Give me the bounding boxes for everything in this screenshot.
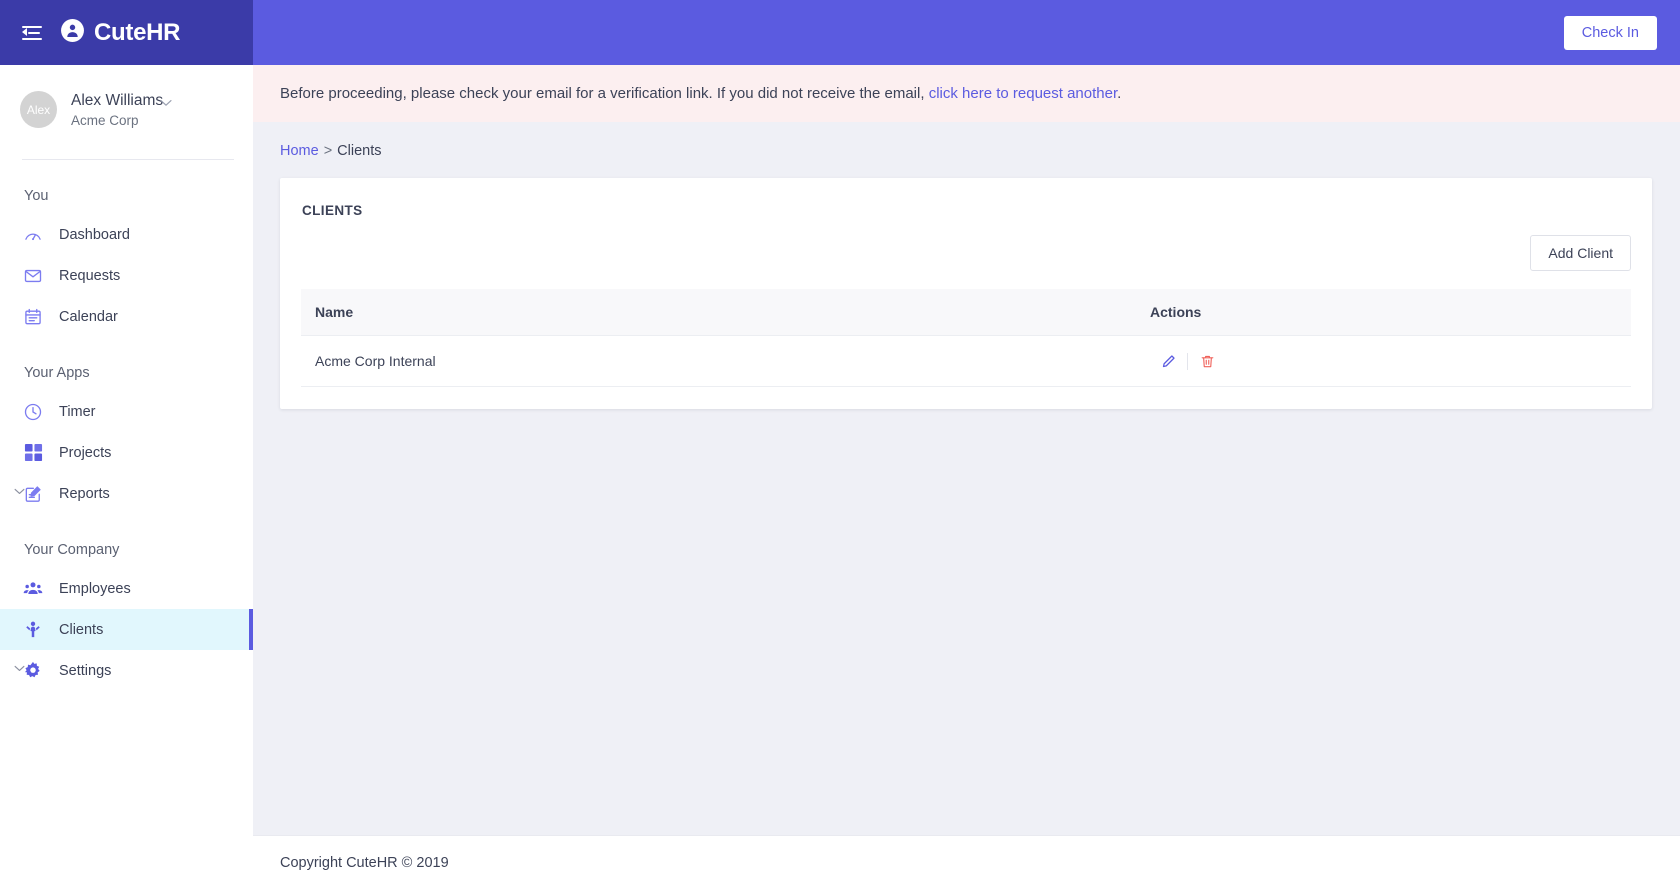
app-root: CuteHR Alex Alex Williams Acme Corp You bbox=[0, 0, 1680, 889]
verification-alert-banner: Before proceeding, please check your ema… bbox=[253, 65, 1680, 122]
nav-section-your-company-label: Your Company bbox=[24, 542, 120, 558]
sidebar-item-calendar[interactable]: Calendar bbox=[0, 296, 253, 337]
topbar: Check In bbox=[253, 0, 1680, 65]
calendar-icon bbox=[23, 307, 43, 327]
envelope-icon bbox=[23, 266, 43, 286]
sidebar-item-clients[interactable]: Clients bbox=[0, 609, 253, 650]
alert-text-before: Before proceeding, please check your ema… bbox=[280, 85, 925, 102]
breadcrumb-current: Clients bbox=[337, 143, 382, 159]
alert-text-after: . bbox=[1117, 85, 1122, 102]
sidebar-item-projects[interactable]: Projects bbox=[0, 432, 253, 473]
cell-client-name: Acme Corp Internal bbox=[301, 335, 1136, 387]
table-head: Name Actions bbox=[301, 289, 1631, 336]
main-region: Check In Before proceeding, please check… bbox=[253, 0, 1680, 889]
user-name: Alex Williams bbox=[71, 91, 164, 109]
avatar: Alex bbox=[20, 91, 57, 128]
footer: Copyright CuteHR © 2019 bbox=[253, 835, 1680, 889]
user-meta: Alex Williams Acme Corp bbox=[71, 92, 163, 128]
sidebar-item-label: Calendar bbox=[59, 308, 118, 325]
nav-section-your-apps-label: Your Apps bbox=[24, 365, 90, 381]
card-toolbar: Add Client bbox=[301, 218, 1631, 271]
breadcrumb-separator: > bbox=[323, 143, 333, 159]
request-another-link[interactable]: click here to request another bbox=[929, 85, 1117, 102]
sidebar-item-label: Settings bbox=[59, 662, 112, 679]
action-divider bbox=[1187, 352, 1188, 370]
row-actions-group bbox=[1150, 352, 1631, 370]
edit-pencil-icon[interactable] bbox=[1159, 352, 1177, 370]
copyright-text: Copyright CuteHR © 2019 bbox=[280, 854, 449, 871]
sidebar: CuteHR Alex Alex Williams Acme Corp You bbox=[0, 0, 253, 889]
people-group-icon bbox=[23, 579, 43, 599]
column-header-name: Name bbox=[301, 289, 1136, 336]
sidebar-nav: You Dashboard Requests Calendar Your App… bbox=[0, 160, 253, 691]
brand-logo[interactable]: CuteHR bbox=[60, 18, 181, 48]
user-organization: Acme Corp bbox=[71, 112, 139, 128]
brand-name: CuteHR bbox=[94, 18, 181, 46]
sidebar-item-reports[interactable]: Reports bbox=[0, 473, 253, 514]
sidebar-item-label: Clients bbox=[59, 621, 104, 638]
table-row: Acme Corp Internal bbox=[301, 335, 1631, 387]
chevron-down-icon[interactable] bbox=[14, 665, 25, 675]
clients-card: CLIENTS Add Client Name Actions Acme Cor… bbox=[280, 178, 1652, 409]
sidebar-item-label: Dashboard bbox=[59, 226, 130, 243]
dashboard-gauge-icon bbox=[23, 225, 43, 245]
sidebar-item-requests[interactable]: Requests bbox=[0, 255, 253, 296]
clients-table: Name Actions Acme Corp Internal bbox=[301, 289, 1631, 387]
user-profile-block[interactable]: Alex Alex Williams Acme Corp bbox=[0, 65, 253, 128]
clock-icon bbox=[23, 402, 43, 422]
sidebar-item-employees[interactable]: Employees bbox=[0, 568, 253, 609]
nav-section-you-label: You bbox=[24, 188, 49, 204]
person-raised-arms-icon bbox=[23, 620, 43, 640]
sidebar-item-label: Projects bbox=[59, 444, 112, 461]
content-area: Home > Clients CLIENTS Add Client Name Act… bbox=[253, 122, 1680, 835]
sidebar-item-label: Employees bbox=[59, 580, 131, 597]
hamburger-collapse-icon[interactable] bbox=[22, 25, 42, 41]
breadcrumb: Home > Clients bbox=[253, 122, 1680, 159]
report-edit-icon bbox=[23, 484, 43, 504]
table-header-row: Name Actions bbox=[301, 289, 1631, 336]
cell-actions bbox=[1136, 335, 1631, 387]
chevron-down-icon[interactable] bbox=[160, 98, 172, 110]
grid-squares-icon bbox=[23, 443, 43, 463]
sidebar-item-label: Timer bbox=[59, 403, 96, 420]
sidebar-item-label: Reports bbox=[59, 485, 110, 502]
sidebar-item-timer[interactable]: Timer bbox=[0, 391, 253, 432]
breadcrumb-home-link[interactable]: Home bbox=[280, 143, 319, 159]
sidebar-item-dashboard[interactable]: Dashboard bbox=[0, 214, 253, 255]
chevron-down-icon[interactable] bbox=[14, 488, 25, 498]
sidebar-brand: CuteHR bbox=[0, 0, 253, 65]
table-body: Acme Corp Internal bbox=[301, 335, 1631, 387]
column-header-actions: Actions bbox=[1136, 289, 1631, 336]
trash-delete-icon[interactable] bbox=[1198, 352, 1216, 370]
add-client-button[interactable]: Add Client bbox=[1530, 235, 1631, 271]
check-in-button[interactable]: Check In bbox=[1563, 15, 1657, 50]
sidebar-item-settings[interactable]: Settings bbox=[0, 650, 253, 691]
page-title: CLIENTS bbox=[302, 203, 363, 218]
person-circle-icon bbox=[60, 18, 85, 48]
sidebar-item-label: Requests bbox=[59, 267, 121, 284]
gear-icon bbox=[23, 661, 43, 681]
